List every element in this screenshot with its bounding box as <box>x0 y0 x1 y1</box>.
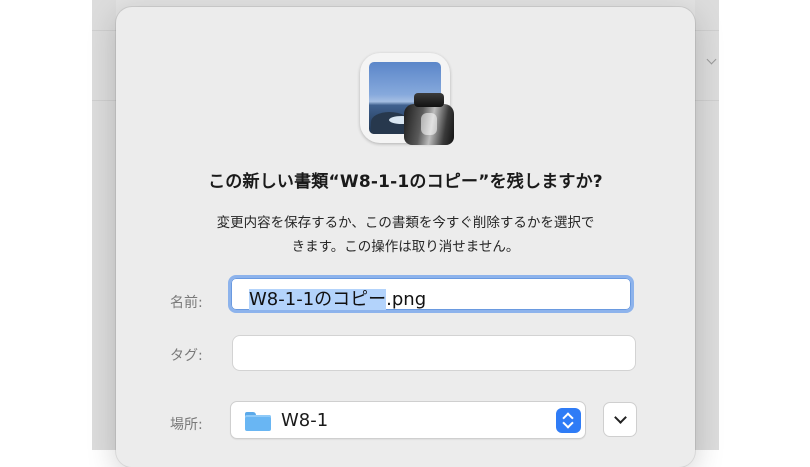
background-sidebar <box>92 0 116 450</box>
message-line: きます。この操作は取り消せません。 <box>291 239 520 255</box>
name-selection: W8-1-1のコピー <box>249 289 387 310</box>
name-label: 名前: <box>170 295 203 311</box>
dialog-message: 変更内容を保存するか、この書類を今すぐ削除するかを選択で きます。この操作は取り… <box>158 211 653 259</box>
up-down-chevron-icon <box>556 408 581 433</box>
message-line: 変更内容を保存するか、この書類を今すぐ削除するかを選択で <box>216 215 595 231</box>
location-popup[interactable]: W8-1 <box>230 401 586 439</box>
name-field-text: W8-1-1のコピー.png <box>249 285 426 311</box>
tags-field[interactable] <box>232 335 636 371</box>
where-label: 場所: <box>170 417 203 433</box>
expand-button[interactable] <box>603 402 637 437</box>
preview-app-icon <box>360 53 454 145</box>
save-dialog: この新しい書類“W8-1-1のコピー”を残しますか? 変更内容を保存するか、この… <box>116 7 695 467</box>
loupe-icon <box>404 93 454 145</box>
location-value: W8-1 <box>281 410 329 431</box>
name-extension: .png <box>386 289 427 310</box>
dialog-title: この新しい書類“W8-1-1のコピー”を残しますか? <box>208 172 603 192</box>
background-panel <box>695 0 719 450</box>
tags-label: タグ: <box>170 348 203 364</box>
chevron-down-icon <box>614 411 627 424</box>
folder-icon <box>245 412 271 431</box>
name-field[interactable]: W8-1-1のコピー.png <box>228 275 634 313</box>
